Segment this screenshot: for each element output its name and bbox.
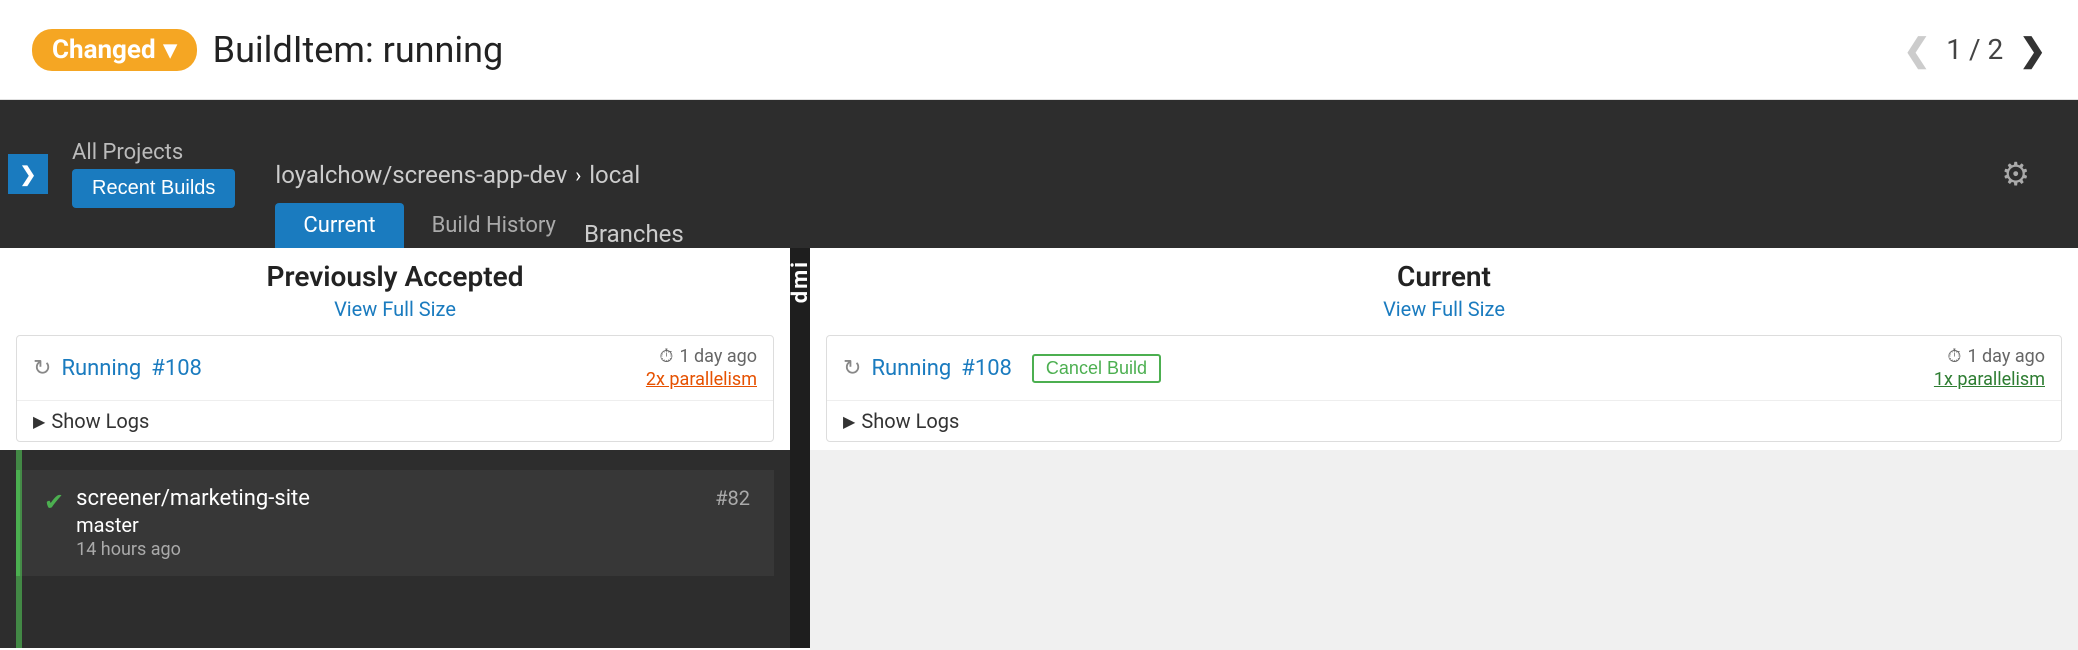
- prev-view-full-size-link[interactable]: View Full Size: [334, 297, 456, 321]
- current-parallelism-badge[interactable]: 1x parallelism: [1934, 369, 2045, 390]
- prev-show-logs-arrow-icon: ▶: [33, 412, 45, 431]
- tab-build-history[interactable]: Build History: [404, 203, 584, 248]
- project-path: loyalchow/screens-app-dev › local: [275, 161, 640, 189]
- current-title: Current: [810, 260, 2078, 293]
- prev-time-ago: ⏱ 1 day ago: [659, 346, 757, 367]
- dropdown-arrow-icon: ▾: [164, 35, 177, 65]
- prev-project-info: screener/marketing-site master 14 hours …: [76, 486, 310, 560]
- next-page-button[interactable]: ❯: [2019, 31, 2046, 69]
- prev-build-left: ↻ Running #108: [33, 356, 202, 381]
- current-time-ago: ⏱ 1 day ago: [1947, 346, 2045, 367]
- recent-builds-button[interactable]: Recent Builds: [72, 169, 235, 208]
- current-clock-icon: ⏱: [1947, 346, 1961, 367]
- nav-tabs-area: loyalchow/screens-app-dev › local Curren…: [275, 100, 715, 248]
- prev-parallelism-badge[interactable]: 2x parallelism: [646, 369, 757, 390]
- current-show-logs-row[interactable]: ▶ Show Logs: [827, 401, 2061, 441]
- previously-accepted-column: Previously Accepted View Full Size ↻ Run…: [0, 248, 790, 648]
- branches-label[interactable]: Branches: [584, 220, 716, 248]
- current-running-label: Running: [871, 356, 951, 381]
- project-path-text: loyalchow/screens-app-dev: [275, 161, 567, 189]
- prev-project-number: #82: [715, 486, 750, 510]
- pagination-text: 1 / 2: [1946, 33, 2003, 66]
- current-column: Current View Full Size ↻ Running #108 Ca…: [810, 248, 2078, 648]
- current-header: Current View Full Size: [810, 248, 2078, 327]
- changed-badge[interactable]: Changed ▾: [32, 29, 197, 71]
- changed-label: Changed: [52, 35, 156, 65]
- top-header: Changed ▾ BuildItem: running ❮ 1 / 2 ❯: [0, 0, 2078, 100]
- prev-running-label: Running: [61, 356, 141, 381]
- current-view-full-size-link[interactable]: View Full Size: [1383, 297, 1505, 321]
- current-running-icon: ↻: [843, 356, 861, 381]
- dark-section: ❯ All Projects Recent Builds loyalchow/s…: [0, 100, 2078, 248]
- prev-project-item[interactable]: ✔ screener/marketing-site master 14 hour…: [16, 470, 774, 576]
- prev-build-panel: ↻ Running #108 ⏱ 1 day ago 2x parallelis…: [16, 335, 774, 442]
- current-build-right: ⏱ 1 day ago 1x parallelism: [1934, 346, 2045, 390]
- current-time-ago-text: 1 day ago: [1967, 346, 2045, 367]
- dark-nav: All Projects Recent Builds loyalchow/scr…: [48, 100, 2078, 248]
- current-body: [810, 450, 2078, 650]
- path-arrow-icon: ›: [575, 163, 581, 187]
- gear-icon[interactable]: ⚙: [2001, 155, 2030, 193]
- pagination: ❮ 1 / 2 ❯: [1903, 31, 2046, 69]
- nav-tabs: Current Build History Branches: [275, 203, 715, 248]
- prev-clock-icon: ⏱: [659, 346, 673, 367]
- prev-show-logs-text: Show Logs: [51, 409, 149, 433]
- current-show-logs-arrow-icon: ▶: [843, 412, 855, 431]
- current-build-number: #108: [961, 356, 1012, 381]
- dark-nav-left: All Projects Recent Builds: [72, 140, 235, 208]
- previously-accepted-header: Previously Accepted View Full Size: [0, 248, 790, 327]
- prev-build-panel-header: ↻ Running #108 ⏱ 1 day ago 2x parallelis…: [17, 336, 773, 401]
- green-bar: [16, 450, 22, 648]
- current-build-panel-header: ↻ Running #108 Cancel Build ⏱ 1 day ago …: [827, 336, 2061, 401]
- current-show-logs-text: Show Logs: [861, 409, 959, 433]
- prev-running-icon: ↻: [33, 356, 51, 381]
- cancel-build-button[interactable]: Cancel Build: [1032, 354, 1161, 383]
- divider-text: dmi: [788, 260, 813, 303]
- tab-current[interactable]: Current: [275, 203, 403, 248]
- current-build-panel: ↻ Running #108 Cancel Build ⏱ 1 day ago …: [826, 335, 2062, 442]
- prev-time-ago-text: 1 day ago: [679, 346, 757, 367]
- prev-build-right: ⏱ 1 day ago 2x parallelism: [646, 346, 757, 390]
- prev-build-number: #108: [151, 356, 202, 381]
- all-projects-link[interactable]: All Projects: [72, 140, 235, 165]
- divider: dmi: [790, 248, 810, 648]
- current-build-left: ↻ Running #108 Cancel Build: [843, 354, 1161, 383]
- previously-accepted-title: Previously Accepted: [0, 260, 790, 293]
- prev-project-branch: master: [76, 513, 310, 537]
- prev-project-name: screener/marketing-site: [76, 486, 310, 511]
- main-content: Previously Accepted View Full Size ↻ Run…: [0, 248, 2078, 648]
- build-title: BuildItem: running: [213, 29, 504, 71]
- sidebar-toggle-button[interactable]: ❯: [8, 154, 48, 194]
- dark-nav-right: ⚙: [2001, 155, 2054, 193]
- header-left: Changed ▾ BuildItem: running: [32, 29, 503, 71]
- prev-show-logs-row[interactable]: ▶ Show Logs: [17, 401, 773, 441]
- prev-project-status-icon: ✔: [44, 488, 64, 516]
- prev-project-time: 14 hours ago: [76, 539, 310, 560]
- local-label: local: [589, 161, 640, 189]
- prev-page-button[interactable]: ❮: [1903, 31, 1930, 69]
